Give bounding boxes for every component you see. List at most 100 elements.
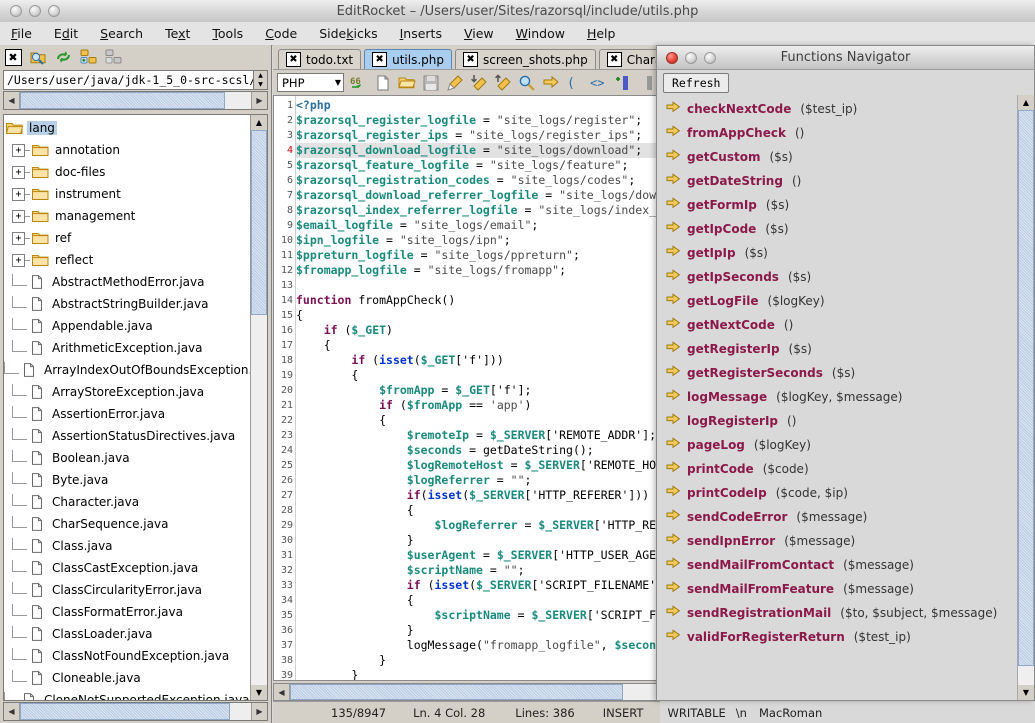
function-list-item[interactable]: fromAppCheck() <box>657 121 1017 145</box>
code-line[interactable]: if (isset($_SERVER['SCRIPT_FILENAME'])) <box>296 578 660 593</box>
tree-expand-toggle[interactable]: + <box>12 166 25 179</box>
function-list-item[interactable]: getIpCode($s) <box>657 217 1017 241</box>
code-line[interactable]: $logRemoteHost = $_SERVER['REMOTE_HOST']… <box>296 458 660 473</box>
tree-file-item[interactable]: AbstractMethodError.java <box>4 271 250 293</box>
scrollbar-thumb[interactable] <box>290 684 623 700</box>
code-line[interactable]: $logReferrer = ""; <box>296 473 660 488</box>
function-list-item[interactable]: getNextCode() <box>657 313 1017 337</box>
function-list-item[interactable]: logRegisterIp() <box>657 409 1017 433</box>
function-list-item[interactable]: sendRegistrationMail($to, $subject, $mes… <box>657 601 1017 625</box>
menu-text[interactable]: Text <box>154 24 201 43</box>
tree-expand-toggle[interactable]: + <box>12 144 25 157</box>
tree-file-item[interactable]: ArithmeticException.java <box>4 337 250 359</box>
code-line[interactable]: if(isset($_SERVER['HTTP_REFERER'])) <box>296 488 660 503</box>
function-list-item[interactable]: sendMailFromContact($message) <box>657 553 1017 577</box>
find-icon[interactable] <box>518 74 536 92</box>
tree-expand-toggle[interactable]: + <box>12 188 25 201</box>
code-line[interactable] <box>296 278 660 293</box>
tree-vertical-scrollbar[interactable]: ▲ ▼ <box>250 115 267 700</box>
code-line[interactable]: $razorsql_register_ips = "site_logs/regi… <box>296 128 660 143</box>
code-line[interactable]: $fromapp_logfile = "site_logs/fromapp"; <box>296 263 660 278</box>
directory-path-field[interactable]: /Users/user/java/jdk-1_5_0-src-scsl/j2se… <box>3 70 253 90</box>
tree-folder-item[interactable]: +annotation <box>4 139 250 161</box>
code-line[interactable]: if (isset($_GET['f'])) <box>296 353 660 368</box>
editor-tab[interactable]: ✖screen_shots.php <box>455 49 596 69</box>
tree-folder-item[interactable]: lang <box>4 117 250 139</box>
code-line[interactable]: } <box>296 653 660 668</box>
tree-expand-toggle[interactable]: + <box>12 254 25 267</box>
tree-file-item[interactable]: ClassNotFoundException.java <box>4 645 250 667</box>
tree-file-item[interactable]: Cloneable.java <box>4 667 250 689</box>
code-line[interactable]: $scriptName = $_SERVER['SCRIPT_FILENAME'… <box>296 608 660 623</box>
scroll-left-icon[interactable]: ◀ <box>4 92 20 109</box>
tab-close-icon[interactable]: ✖ <box>607 52 622 67</box>
function-list-item[interactable]: getRegisterSeconds($s) <box>657 361 1017 385</box>
refresh-button[interactable]: Refresh <box>663 73 729 93</box>
code-line[interactable]: $ppreturn_logfile = "site_logs/ppreturn"… <box>296 248 660 263</box>
function-list-item[interactable]: getDateString() <box>657 169 1017 193</box>
menu-edit[interactable]: Edit <box>43 24 89 43</box>
tree-file-item[interactable]: CharSequence.java <box>4 513 250 535</box>
tree-file-item[interactable]: CloneNotSupportedException.java <box>4 689 250 700</box>
save-icon[interactable] <box>422 74 440 92</box>
menu-code[interactable]: Code <box>254 24 308 43</box>
scrollbar-track[interactable] <box>230 703 251 720</box>
tree-file-item[interactable]: ArrayStoreException.java <box>4 381 250 403</box>
menu-window[interactable]: Window <box>505 24 576 43</box>
functions-list[interactable]: checkNextCode($test_ip)fromAppCheck()get… <box>657 95 1017 700</box>
scrollbar-thumb[interactable] <box>20 92 225 109</box>
scroll-left-icon[interactable]: ◀ <box>274 684 290 700</box>
refresh-folder-icon[interactable] <box>29 49 47 66</box>
tab-close-icon[interactable]: ✖ <box>463 52 478 67</box>
scrollbar-track[interactable] <box>225 92 251 109</box>
code-line[interactable]: $email_logfile = "site_logs/email"; <box>296 218 660 233</box>
function-list-item[interactable]: sendCodeError($message) <box>657 505 1017 529</box>
scroll-right-icon[interactable]: ▶ <box>251 92 267 109</box>
functions-vertical-scrollbar[interactable]: ▲ ▼ <box>1017 95 1034 700</box>
function-list-item[interactable]: getIpSeconds($s) <box>657 265 1017 289</box>
function-list-item[interactable]: checkNextCode($test_ip) <box>657 97 1017 121</box>
editor-tabbar[interactable]: ✖todo.txt✖utils.php✖screen_shots.php✖Cha… <box>273 45 660 69</box>
code-line[interactable]: $seconds = getDateString(); <box>296 443 660 458</box>
code-line[interactable]: $ipn_logfile = "site_logs/ipn"; <box>296 233 660 248</box>
editor-tab[interactable]: ✖todo.txt <box>278 49 361 69</box>
scroll-left-icon[interactable]: ◀ <box>4 703 20 720</box>
code-line[interactable]: <?php <box>296 98 660 113</box>
code-line[interactable]: { <box>296 338 660 353</box>
code-line[interactable]: $remoteIp = $_SERVER['REMOTE_ADDR']; <box>296 428 660 443</box>
close-icon[interactable]: ✖ <box>4 49 22 66</box>
function-list-item[interactable]: getCustom($s) <box>657 145 1017 169</box>
tree-folder-item[interactable]: +ref <box>4 227 250 249</box>
language-select[interactable]: PHP ▼ <box>277 73 344 92</box>
menu-tools[interactable]: Tools <box>201 24 254 43</box>
code-line[interactable]: } <box>296 668 660 680</box>
menu-sidekicks[interactable]: Sidekicks <box>308 24 388 43</box>
tree-folder-item[interactable]: +instrument <box>4 183 250 205</box>
scrollbar-track[interactable] <box>251 315 267 685</box>
scroll-up-icon[interactable]: ▲ <box>251 115 267 130</box>
code-line[interactable]: { <box>296 413 660 428</box>
function-list-item[interactable]: sendMailFromFeature($message) <box>657 577 1017 601</box>
tree-file-item[interactable]: Class.java <box>4 535 250 557</box>
tree-file-item[interactable]: AssertionStatusDirectives.java <box>4 425 250 447</box>
remove-bookmark-icon[interactable] <box>638 74 656 92</box>
tree-file-item[interactable]: AssertionError.java <box>4 403 250 425</box>
code-line[interactable]: } <box>296 623 660 638</box>
function-list-item[interactable]: getFormIp($s) <box>657 193 1017 217</box>
collapse-tree-icon[interactable] <box>104 49 122 66</box>
editor-horizontal-scrollbar[interactable]: ◀ <box>273 683 660 701</box>
function-list-item[interactable]: printCodeIp($code, $ip) <box>657 481 1017 505</box>
scrollbar-thumb[interactable] <box>1018 110 1034 666</box>
highlight-icon[interactable] <box>446 74 464 92</box>
scroll-right-icon[interactable]: ▶ <box>251 703 267 720</box>
code-line[interactable]: $fromApp = $_GET['f']; <box>296 383 660 398</box>
code-line[interactable]: $razorsql_register_logfile = "site_logs/… <box>296 113 660 128</box>
code-line[interactable]: $scriptName = ""; <box>296 563 660 578</box>
sync-icon[interactable] <box>54 49 72 66</box>
function-list-item[interactable]: pageLog($logKey) <box>657 433 1017 457</box>
menu-file[interactable]: FFileile <box>0 24 43 43</box>
goto-icon[interactable] <box>542 74 560 92</box>
function-list-item[interactable]: getRegisterIp($s) <box>657 337 1017 361</box>
editor-tab[interactable]: ✖Character. <box>599 49 660 69</box>
tree-file-item[interactable]: ClassCircularityError.java <box>4 579 250 601</box>
